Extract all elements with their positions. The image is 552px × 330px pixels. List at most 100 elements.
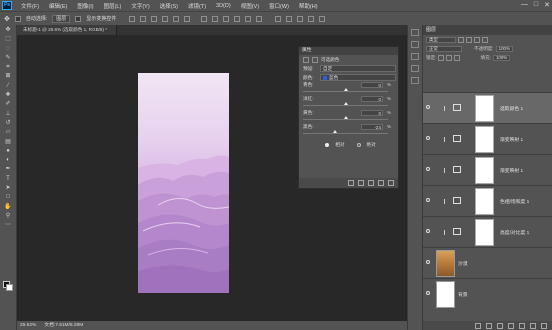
layer-row[interactable]: 沙漠: [423, 247, 552, 278]
auto-select-dropdown[interactable]: 图层: [52, 14, 71, 23]
3d-slide-icon[interactable]: [308, 15, 315, 22]
magenta-slider-thumb[interactable]: [343, 102, 348, 105]
blur-tool-icon[interactable]: ●: [3, 148, 13, 155]
healing-brush-tool-icon[interactable]: ✚: [3, 92, 13, 99]
layer-thumbnail[interactable]: [436, 250, 455, 277]
cyan-value-field[interactable]: 0: [361, 82, 383, 88]
yellow-value-field[interactable]: 0: [361, 110, 383, 116]
menu-view[interactable]: 视图(V): [236, 2, 264, 10]
visibility-eye-icon[interactable]: [426, 136, 430, 140]
move-tool-icon[interactable]: ✥: [4, 15, 10, 23]
menu-select[interactable]: 选择(S): [155, 2, 183, 10]
menu-filter[interactable]: 滤镜(T): [183, 2, 211, 10]
layer-row[interactable]: 选取颜色 1: [423, 92, 552, 123]
pen-tool-icon[interactable]: ✒: [3, 166, 13, 173]
document-tab[interactable]: 未标题-1 @ 29.6% (选取颜色 1, RGB/8) *: [17, 25, 117, 35]
layer-mask-thumbnail[interactable]: [475, 157, 494, 184]
history-panel-icon[interactable]: [411, 29, 419, 36]
magenta-slider[interactable]: 洋红: 0 %: [299, 96, 398, 110]
yellow-track[interactable]: [303, 119, 388, 120]
reset-icon[interactable]: [368, 180, 374, 186]
distribute-left-icon[interactable]: [234, 15, 241, 22]
visibility-eye-icon[interactable]: [426, 105, 430, 109]
black-value-field[interactable]: -24: [361, 124, 383, 130]
preset-dropdown[interactable]: 自定: [320, 65, 396, 72]
layer-thumbnail[interactable]: [436, 281, 455, 308]
visibility-eye-icon[interactable]: [426, 260, 430, 264]
black-slider-thumb[interactable]: [333, 130, 338, 133]
menu-help[interactable]: 帮助(H): [294, 2, 323, 10]
align-bottom-icon[interactable]: [151, 15, 158, 22]
menu-type[interactable]: 文字(Y): [126, 2, 154, 10]
layer-mask-thumbnail[interactable]: [475, 95, 494, 122]
yellow-slider[interactable]: 黄色: 0 %: [299, 110, 398, 124]
distribute-center-icon[interactable]: [245, 15, 252, 22]
marquee-tool-icon[interactable]: ⬚: [3, 36, 13, 43]
eraser-tool-icon[interactable]: ▱: [3, 129, 13, 136]
zoom-level[interactable]: 29.62%: [20, 321, 36, 330]
align-center-icon[interactable]: [173, 15, 180, 22]
type-tool-icon[interactable]: T: [3, 176, 13, 183]
align-right-icon[interactable]: [184, 15, 191, 22]
properties-panel-icon[interactable]: [411, 77, 419, 84]
lock-all-icon[interactable]: [454, 54, 461, 61]
visibility-icon[interactable]: [378, 180, 384, 186]
new-group-icon[interactable]: [519, 322, 525, 329]
frame-tool-icon[interactable]: ⊠: [3, 73, 13, 80]
close-button[interactable]: ✕: [544, 1, 550, 9]
lock-pixels-icon[interactable]: [438, 54, 445, 61]
rectangle-tool-icon[interactable]: □: [3, 194, 13, 201]
visibility-eye-icon[interactable]: [426, 229, 430, 233]
gradient-tool-icon[interactable]: ▤: [3, 139, 13, 146]
more-tools-icon[interactable]: ⋯: [3, 222, 13, 229]
layer-style-icon[interactable]: [486, 322, 492, 329]
show-transform-checkbox[interactable]: [75, 15, 82, 22]
menu-image[interactable]: 图像(I): [72, 2, 98, 10]
crop-tool-icon[interactable]: ⌗: [3, 64, 13, 71]
black-track[interactable]: [303, 133, 388, 134]
history-brush-tool-icon[interactable]: ↺: [3, 120, 13, 127]
yellow-slider-thumb[interactable]: [343, 116, 348, 119]
new-adjustment-icon[interactable]: [508, 322, 514, 329]
desert-artwork-image[interactable]: [138, 73, 229, 293]
layer-mask-thumbnail[interactable]: [475, 219, 494, 246]
filter-adjustment-icon[interactable]: [466, 36, 472, 43]
minimize-button[interactable]: —: [521, 1, 528, 9]
eyedropper-tool-icon[interactable]: ⁄: [3, 83, 13, 90]
3d-pan-icon[interactable]: [297, 15, 304, 22]
maximize-button[interactable]: □: [534, 1, 538, 9]
filter-shape-icon[interactable]: [482, 36, 488, 43]
menu-edit[interactable]: 编辑(E): [44, 2, 72, 10]
magenta-track[interactable]: [303, 105, 388, 106]
absolute-radio[interactable]: [356, 142, 361, 147]
menu-file[interactable]: 文件(F): [16, 2, 44, 10]
new-layer-icon[interactable]: [530, 322, 536, 329]
distribute-right-icon[interactable]: [256, 15, 263, 22]
dodge-tool-icon[interactable]: ◐: [3, 157, 13, 164]
align-top-icon[interactable]: [129, 15, 136, 22]
add-mask-icon[interactable]: [497, 322, 503, 329]
brush-tool-icon[interactable]: ✐: [3, 101, 13, 108]
fill-field[interactable]: 100%: [492, 54, 511, 61]
character-panel-icon[interactable]: [411, 53, 419, 60]
menu-layer[interactable]: 图层(L): [99, 2, 127, 10]
lock-position-icon[interactable]: [446, 54, 453, 61]
hand-tool-icon[interactable]: ✋: [3, 204, 13, 211]
delete-icon[interactable]: [388, 180, 394, 186]
auto-select-checkbox[interactable]: [14, 15, 21, 22]
menu-window[interactable]: 窗口(W): [264, 2, 294, 10]
kind-filter-dropdown[interactable]: 类型: [426, 36, 456, 43]
layer-row[interactable]: 渐变映射 1: [423, 123, 552, 154]
brush-panel-icon[interactable]: [411, 41, 419, 48]
paragraph-panel-icon[interactable]: [411, 65, 419, 72]
layer-row[interactable]: 亮度/对比度 1: [423, 216, 552, 247]
layer-mask-thumbnail[interactable]: [475, 188, 494, 215]
visibility-eye-icon[interactable]: [426, 167, 430, 171]
clip-to-layer-icon[interactable]: [348, 180, 354, 186]
lasso-tool-icon[interactable]: ◌: [3, 46, 13, 53]
3d-mode-icon[interactable]: [275, 15, 282, 22]
opacity-field[interactable]: 100%: [495, 45, 513, 52]
view-previous-icon[interactable]: [358, 180, 364, 186]
layer-row[interactable]: 背景: [423, 278, 552, 309]
mask-icon[interactable]: [312, 56, 318, 63]
